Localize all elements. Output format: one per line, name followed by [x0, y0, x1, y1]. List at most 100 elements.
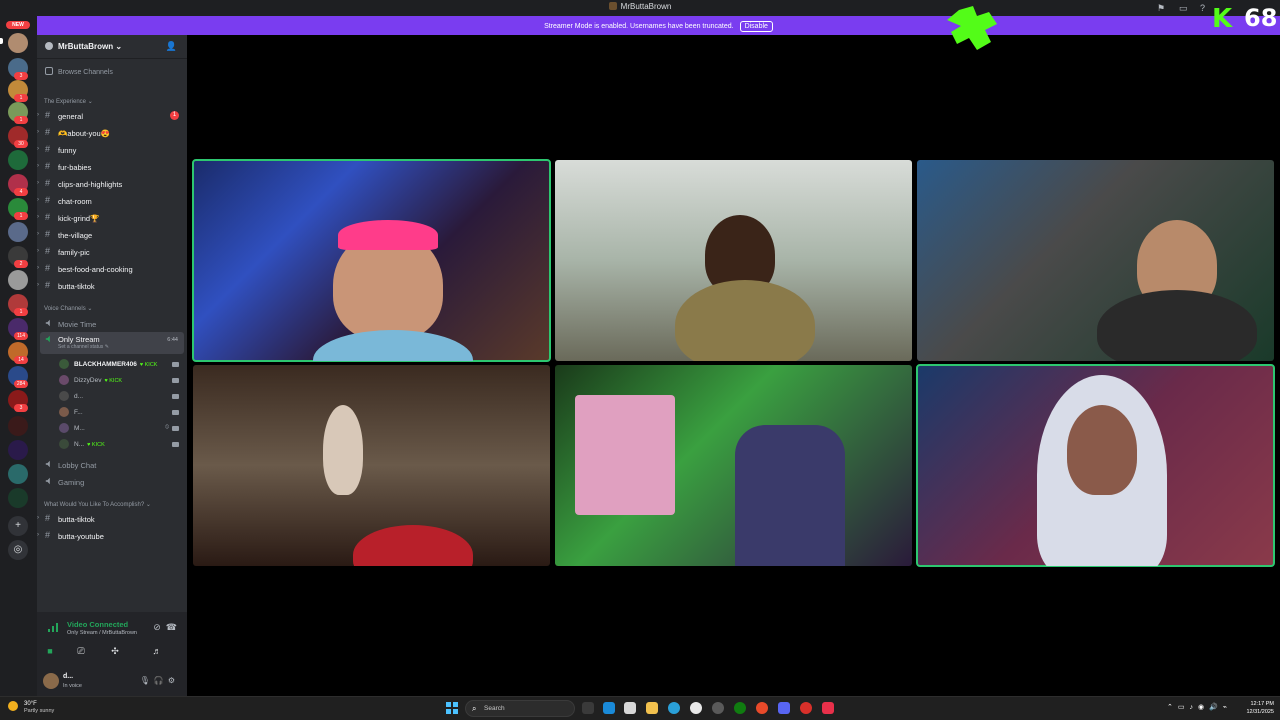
- voice-user[interactable]: DizzyDev ♥ KICK: [37, 373, 187, 389]
- voice-user[interactable]: d...: [37, 389, 187, 405]
- discord-icon[interactable]: [778, 702, 790, 714]
- disconnect-icon[interactable]: ☎: [166, 622, 177, 632]
- app-icon: [608, 2, 617, 10]
- user-panel: d... In voice 🎙🎧⚙: [37, 667, 187, 696]
- category-voice[interactable]: Voice Channels ⌄: [44, 305, 92, 312]
- chevron-right-icon: ›: [37, 180, 39, 186]
- file-explorer-icon[interactable]: [646, 702, 658, 714]
- xbox-icon[interactable]: [734, 702, 746, 714]
- voice-status-title[interactable]: Video Connected: [67, 620, 128, 629]
- camera-icon: [172, 410, 179, 415]
- weather-widget[interactable]: 30°F Partly sunny: [8, 701, 54, 719]
- voice-channel-lobby-chat[interactable]: Lobby Chat: [37, 457, 187, 473]
- copilot-icon[interactable]: [603, 702, 615, 714]
- chrome-icon[interactable]: [756, 702, 768, 714]
- channel-about-you[interactable]: › # 🫶about-you😍: [37, 125, 187, 141]
- chevron-right-icon: ›: [37, 515, 39, 521]
- channel-butta-tiktok-2[interactable]: › # butta-tiktok: [37, 511, 187, 527]
- video-tile[interactable]: [917, 160, 1274, 361]
- voice-status-subtitle[interactable]: Only Stream / MrButtaBrown: [67, 630, 137, 636]
- banner-message: Streamer Mode is enabled. Usernames have…: [544, 23, 734, 30]
- add-server-icon[interactable]: +: [8, 516, 28, 536]
- disable-button[interactable]: Disable: [739, 21, 773, 32]
- mic-icon[interactable]: 🎙: [140, 676, 154, 685]
- add-member-icon[interactable]: 👤: [166, 41, 177, 52]
- voice-user[interactable]: M... ⦸: [37, 421, 187, 437]
- channel-best-food[interactable]: › # best-food-and-cooking: [37, 261, 187, 277]
- soundboard-button[interactable]: ♬: [142, 643, 172, 659]
- camera-icon: [172, 362, 179, 367]
- channel-status[interactable]: Set a channel status ✎: [58, 344, 109, 350]
- channel-chat-room[interactable]: › # chat-room: [37, 193, 187, 209]
- screen-share-button[interactable]: ⎚: [66, 643, 96, 659]
- voice-panel: Video Connected Only Stream / MrButtaBro…: [37, 612, 187, 696]
- taskbar-clock[interactable]: 12:17 PM 12/31/2025: [1246, 700, 1274, 716]
- edge-icon[interactable]: [668, 702, 680, 714]
- start-button[interactable]: [446, 702, 458, 714]
- server-icon[interactable]: [8, 440, 28, 460]
- video-tile[interactable]: [916, 364, 1275, 567]
- system-tray[interactable]: ⌃▭♪◉🔊⌁: [1167, 703, 1232, 711]
- taskbar: 30°F Partly sunny ⌕ Search ⌃▭♪◉🔊⌁ 12:17 P…: [0, 696, 1280, 720]
- camera-button[interactable]: ■: [35, 643, 65, 659]
- channel-general[interactable]: › # general 1: [37, 108, 187, 124]
- voice-channel-movie-time[interactable]: Movie Time: [37, 316, 187, 332]
- taskbar-search[interactable]: ⌕ Search: [465, 700, 575, 717]
- channel-fur-babies[interactable]: › # fur-babies: [37, 159, 187, 175]
- voice-user[interactable]: F...: [37, 405, 187, 421]
- category-experience[interactable]: The Experience ⌄: [44, 98, 93, 105]
- video-tile[interactable]: [555, 160, 912, 361]
- gear-icon[interactable]: ⚙: [168, 676, 179, 685]
- hash-icon: #: [45, 229, 51, 239]
- channel-clips[interactable]: › # clips-and-highlights: [37, 176, 187, 192]
- activities-button[interactable]: ✣: [100, 643, 130, 659]
- hash-icon: #: [45, 263, 51, 273]
- channel-butta-tiktok[interactable]: › # butta-tiktok: [37, 278, 187, 294]
- channel-funny[interactable]: › # funny: [37, 142, 187, 158]
- channel-family-pic[interactable]: › # family-pic: [37, 244, 187, 260]
- avatar[interactable]: [43, 673, 59, 689]
- help-icon[interactable]: ?: [1200, 3, 1205, 13]
- obs-icon[interactable]: [712, 702, 724, 714]
- avatar: [59, 423, 69, 433]
- channel-the-village[interactable]: › # the-village: [37, 227, 187, 243]
- screen-icon[interactable]: ▭: [1179, 3, 1188, 14]
- channel-butta-youtube[interactable]: › # butta-youtube: [37, 528, 187, 544]
- pin-icon[interactable]: [822, 702, 834, 714]
- explore-icon[interactable]: ◎: [8, 540, 28, 560]
- server-header[interactable]: MrButtaBrown ⌄ 👤: [37, 35, 187, 59]
- mention-badge: 1: [170, 111, 179, 120]
- server-icon[interactable]: [8, 222, 28, 242]
- username[interactable]: d...: [63, 673, 73, 680]
- hash-icon: #: [45, 212, 51, 222]
- noise-suppression-icon[interactable]: ⊘: [153, 622, 161, 632]
- server-icon[interactable]: [8, 270, 28, 290]
- app-icon[interactable]: [800, 702, 812, 714]
- avatar: [59, 407, 69, 417]
- headphones-icon[interactable]: 🎧: [154, 676, 168, 685]
- category-accomplish[interactable]: What Would You Like To Accomplish? ⌄: [44, 501, 151, 508]
- app-icon[interactable]: [690, 702, 702, 714]
- unread-badge: 114: [14, 332, 28, 340]
- voice-channel-gaming[interactable]: Gaming: [37, 474, 187, 490]
- inbox-icon[interactable]: ⚑: [1157, 3, 1165, 14]
- voice-user[interactable]: BLACKHAMMER406 ♥ KICK: [37, 357, 187, 373]
- video-tile[interactable]: [193, 365, 550, 566]
- server-icon[interactable]: [8, 150, 28, 170]
- server-shield-icon: [45, 42, 53, 50]
- store-icon[interactable]: [624, 702, 636, 714]
- server-icon[interactable]: [8, 488, 28, 508]
- server-icon[interactable]: [8, 464, 28, 484]
- unread-badge: 1: [14, 308, 28, 316]
- browse-channels[interactable]: Browse Channels: [45, 67, 113, 76]
- selected-indicator: [0, 38, 3, 44]
- server-icon[interactable]: [8, 416, 28, 436]
- server-icon[interactable]: [8, 33, 28, 53]
- channel-kick-grind[interactable]: › # kick-grind🏆: [37, 210, 187, 226]
- chevron-right-icon: ›: [37, 532, 39, 538]
- voice-channel-only-stream[interactable]: Only Stream 6:44 Set a channel status ✎: [40, 332, 184, 354]
- task-view-icon[interactable]: [582, 702, 594, 714]
- voice-user[interactable]: N... ♥ KICK: [37, 437, 187, 453]
- video-tile[interactable]: [555, 365, 912, 566]
- video-tile[interactable]: [192, 159, 551, 362]
